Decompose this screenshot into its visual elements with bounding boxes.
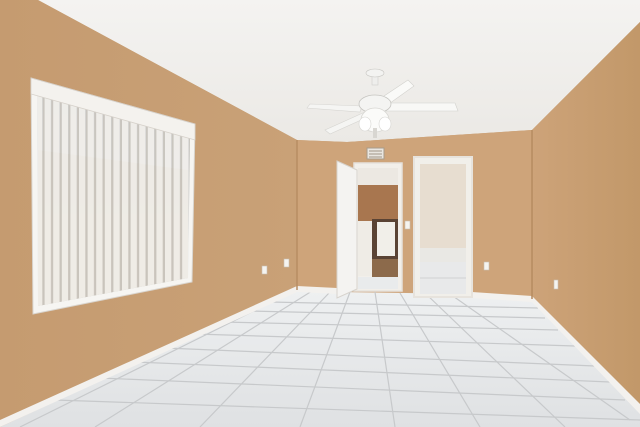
room-photo	[0, 0, 640, 427]
wall-outlet	[261, 265, 268, 275]
wall-outlet	[483, 261, 490, 271]
open-door	[336, 160, 358, 299]
wall-outlet	[283, 258, 290, 268]
hallway-doorway	[353, 162, 403, 292]
wall-outlet	[553, 279, 559, 290]
light-switch	[404, 220, 411, 230]
bathroom-doorway	[413, 156, 473, 298]
